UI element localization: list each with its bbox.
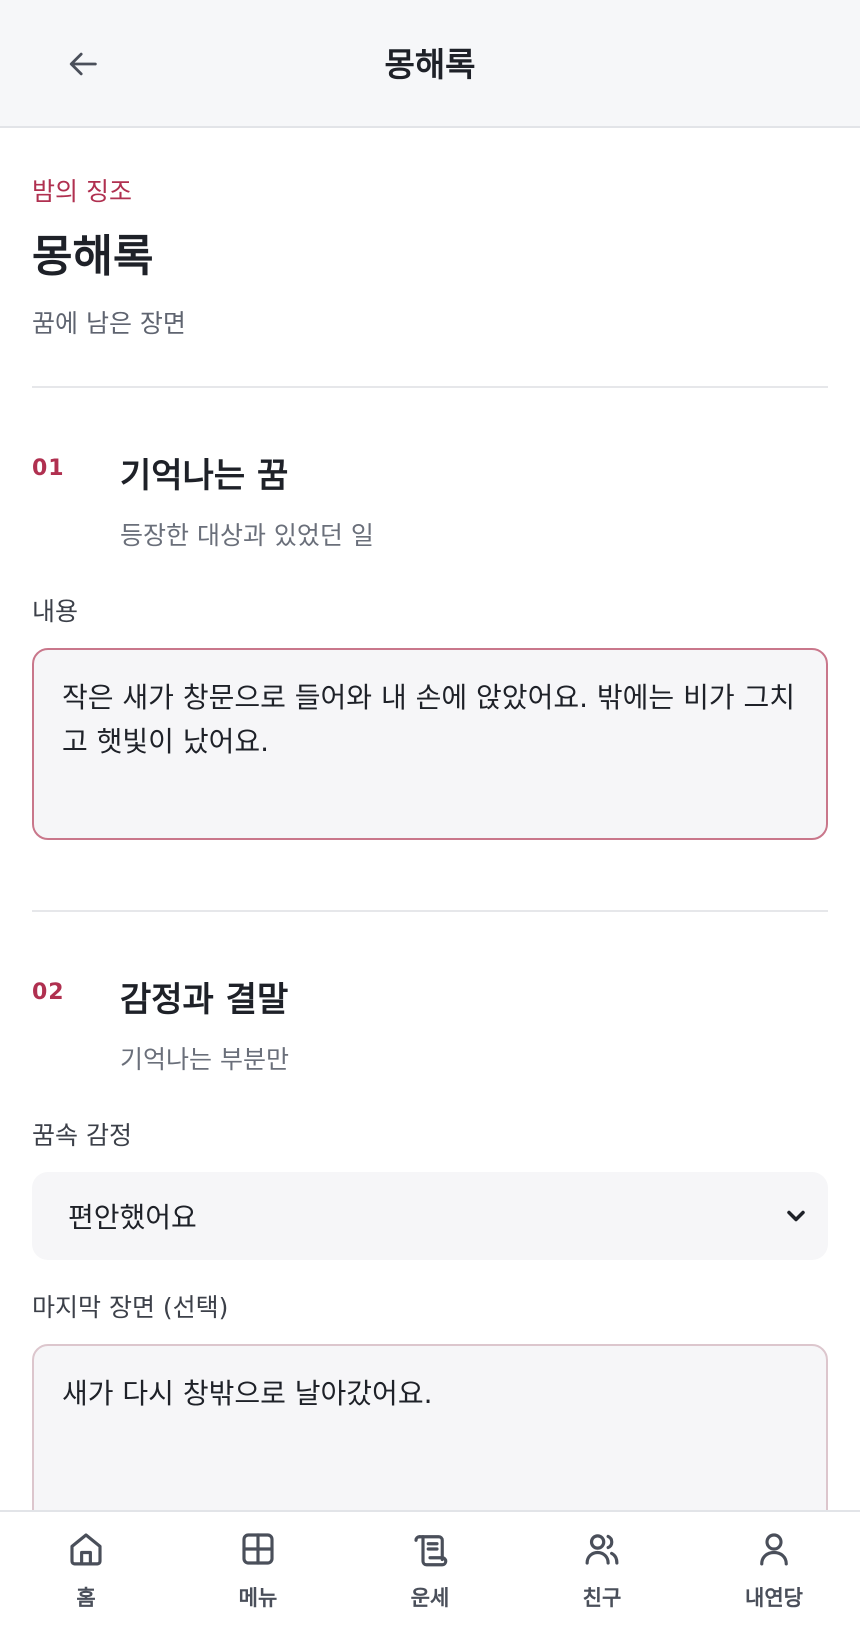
dream-content-textarea[interactable]: 작은 새가 창문으로 들어와 내 손에 앉았어요. 밖에는 비가 그치고 햇빛이… xyxy=(32,648,828,840)
nav-item-friends[interactable]: 친구 xyxy=(542,1528,662,1628)
page-subtitle: 꿈에 남은 장면 xyxy=(32,309,186,338)
page-eyebrow: 밤의 징조 xyxy=(32,177,132,206)
user-icon xyxy=(760,1533,788,1566)
nav-item-fortune[interactable]: 운세 xyxy=(370,1528,490,1628)
last-scene-label: 마지막 장면 (선택) xyxy=(32,1293,229,1322)
nav-item-my[interactable]: 내연당 xyxy=(714,1528,834,1628)
nav-label-friends: 친구 xyxy=(582,1586,622,1610)
emotion-label: 꿈속 감정 xyxy=(32,1121,132,1150)
nav-label-menu: 메뉴 xyxy=(238,1586,278,1610)
home-icon xyxy=(70,1533,102,1566)
content-label: 내용 xyxy=(32,597,79,626)
nav-item-menu[interactable]: 메뉴 xyxy=(198,1528,318,1628)
friends-icon xyxy=(585,1534,619,1565)
divider xyxy=(32,386,828,388)
header-title: 몽해록 xyxy=(384,45,476,84)
nav-label-home: 홈 xyxy=(76,1586,96,1610)
chevron-down-icon xyxy=(787,1210,805,1222)
nav-item-home[interactable]: 홈 xyxy=(26,1528,146,1628)
bottom-navigation: 홈 메뉴 운세 친구 내연당 xyxy=(0,1510,860,1640)
top-app-bar: 몽해록 xyxy=(0,0,860,128)
emotion-select-value: 편안했어요 xyxy=(68,1201,197,1234)
section-subtitle: 등장한 대상과 있었던 일 xyxy=(120,521,374,550)
scroll-icon xyxy=(414,1535,448,1567)
divider xyxy=(32,910,828,912)
emotion-select[interactable]: 편안했어요 xyxy=(32,1172,828,1260)
section-title: 기억나는 꿈 xyxy=(120,456,289,496)
section-subtitle: 기억나는 부분만 xyxy=(120,1045,289,1074)
section-number: 01 xyxy=(32,456,65,481)
grid-icon xyxy=(242,1533,274,1565)
page-title: 몽해록 xyxy=(32,231,154,282)
section-title: 감정과 결말 xyxy=(120,980,289,1020)
section-number: 02 xyxy=(32,980,65,1005)
nav-label-my: 내연당 xyxy=(745,1586,803,1610)
nav-label-fortune: 운세 xyxy=(410,1586,450,1610)
